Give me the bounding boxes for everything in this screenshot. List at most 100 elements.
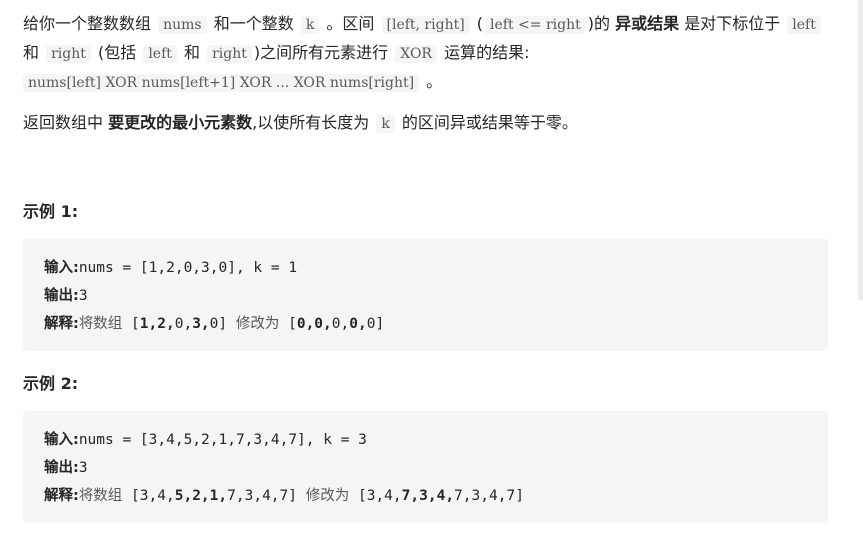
vertical-scrollbar[interactable] — [858, 0, 863, 300]
comma: , — [375, 488, 385, 504]
example-explain-line: 解释:将数组 [1,2,0,3,0] 修改为 [0,0,0,0,0] — [44, 310, 807, 338]
code-right: right — [207, 45, 252, 63]
example-explain-line: 解释:将数组 [3,4,5,2,1,7,3,4,7] 修改为 [3,4,7,3,… — [44, 482, 807, 510]
text: (包括 — [97, 43, 137, 62]
array-element: 0 — [314, 316, 324, 332]
from-array: [1,2,0,3,0] — [131, 316, 227, 332]
input-label: 输入: — [44, 260, 79, 276]
to-array: [3,4,7,3,4,7,3,4,7] — [358, 488, 524, 504]
comma: , — [235, 488, 245, 504]
array-element: 3 — [471, 488, 481, 504]
comma: , — [445, 488, 455, 504]
code-nums: nums — [158, 16, 207, 34]
code-left: left — [143, 45, 177, 63]
bracket: ] — [288, 488, 297, 504]
code-condition: left <= right — [485, 16, 586, 34]
explain-prefix: 将数组 — [78, 316, 123, 332]
code-left: left — [787, 16, 821, 34]
output-label: 输出: — [44, 288, 79, 304]
bold-xor-result: 异或结果 — [615, 14, 680, 33]
comma: , — [200, 488, 210, 504]
example-output-line: 输出:3 — [44, 454, 807, 482]
comma: , — [480, 488, 489, 504]
example-output-line: 输出:3 — [44, 282, 807, 310]
example-2-block: 输入:nums = [3,4,5,2,1,7,3,4,7], k = 3 输出:… — [23, 411, 828, 523]
comma: , — [305, 316, 315, 332]
array-element: 7 — [279, 488, 289, 504]
text: 运算的结果: — [444, 43, 530, 62]
comma: , — [183, 316, 193, 332]
bracket: [ — [131, 488, 140, 504]
code-k: k — [376, 115, 395, 133]
comma: , — [165, 316, 175, 332]
explain-middle: 修改为 — [235, 316, 280, 332]
from-array: [3,4,5,2,1,7,3,4,7] — [131, 488, 297, 504]
array-element: 0 — [331, 316, 341, 332]
example-1-title: 示例 1: — [23, 202, 79, 221]
to-array: [0,0,0,0,0] — [288, 316, 384, 332]
text: ,以使所有长度为 — [252, 113, 370, 132]
text: )之间所有元素进行 — [253, 43, 389, 62]
explain-prefix: 将数组 — [78, 488, 123, 504]
bracket: [ — [131, 316, 140, 332]
array-element: 3 — [192, 316, 201, 332]
bracket: [ — [288, 316, 297, 332]
text: 和 — [23, 43, 40, 62]
text: 。区间 — [326, 14, 375, 33]
description-paragraph-2: 返回数组中 要更改的最小元素数,以使所有长度为 k 的区间异或结果等于零。 — [23, 109, 831, 138]
comma: , — [323, 316, 332, 332]
bracket: ] — [375, 316, 385, 332]
array-element: 7 — [454, 488, 463, 504]
array-element: 2 — [157, 316, 166, 332]
code-xor-expression: nums[left] XOR nums[left+1] XOR ... XOR … — [23, 74, 420, 92]
comma: , — [183, 488, 193, 504]
array-element: 7 — [506, 488, 516, 504]
array-element: 0 — [349, 316, 358, 332]
output-value: 3 — [78, 460, 88, 476]
array-element: 0 — [296, 316, 306, 332]
text: 的区间异或结果等于零。 — [401, 113, 578, 132]
explain-middle: 修改为 — [305, 488, 350, 504]
explain-label: 解释: — [44, 316, 79, 332]
bracket: [ — [357, 488, 367, 504]
comma: , — [270, 488, 280, 504]
array-element: 4 — [384, 488, 393, 504]
comma: , — [218, 488, 228, 504]
text: 和 — [184, 43, 201, 62]
array-element: 4 — [262, 488, 271, 504]
code-right: right — [46, 45, 91, 63]
example-2-title: 示例 2: — [23, 374, 79, 393]
explain-label: 解释: — [44, 488, 79, 504]
comma: , — [392, 488, 402, 504]
bracket: ] — [218, 316, 228, 332]
array-element: 4 — [488, 488, 498, 504]
comma: , — [148, 316, 158, 332]
code-k: k — [300, 16, 320, 34]
array-element: 3 — [139, 488, 149, 504]
input-value: nums = [3,4,5,2,1,7,3,4,7], k = 3 — [78, 432, 367, 448]
bracket: ] — [515, 488, 524, 504]
text: 给你一个整数数组 — [23, 14, 152, 33]
comma: , — [410, 488, 420, 504]
text: 和一个整数 — [213, 14, 294, 33]
comma: , — [165, 488, 175, 504]
text: 。 — [426, 72, 443, 91]
example-1-block: 输入:nums = [1,2,0,3,0], k = 1 输出:3 解释:将数组… — [23, 239, 828, 351]
comma: , — [427, 488, 437, 504]
comma: , — [357, 316, 367, 332]
array-element: 4 — [157, 488, 166, 504]
example-input-line: 输入:nums = [1,2,0,3,0], k = 1 — [44, 254, 807, 282]
input-label: 输入: — [44, 432, 79, 448]
output-label: 输出: — [44, 460, 79, 476]
text: 是对下标位于 — [684, 14, 781, 33]
example-input-line: 输入:nums = [3,4,5,2,1,7,3,4,7], k = 3 — [44, 426, 807, 454]
array-element: 4 — [436, 488, 446, 504]
array-element: 2 — [192, 488, 201, 504]
text: 返回数组中 — [23, 113, 104, 132]
text: ( — [476, 14, 484, 33]
array-element: 1 — [139, 316, 149, 332]
text: )的 — [587, 14, 610, 33]
output-value: 3 — [78, 288, 88, 304]
comma: , — [200, 316, 210, 332]
comma: , — [340, 316, 350, 332]
